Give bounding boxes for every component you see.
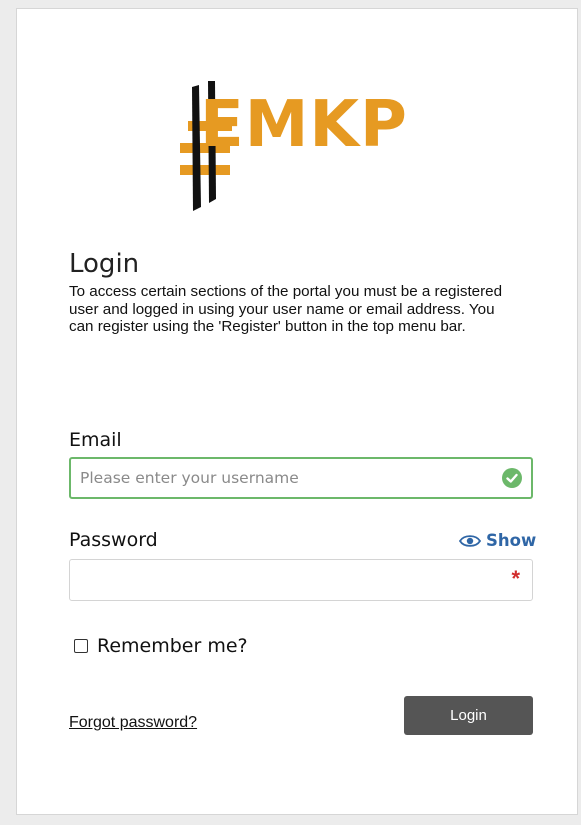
show-password-toggle[interactable]: Show xyxy=(459,531,536,550)
remember-me[interactable]: Remember me? xyxy=(74,635,248,657)
eye-icon xyxy=(459,534,481,547)
email-label: Email xyxy=(69,429,122,451)
email-field[interactable] xyxy=(71,459,531,497)
required-asterisk: * xyxy=(511,566,520,591)
password-label: Password xyxy=(69,529,158,551)
page-title: Login xyxy=(69,249,140,279)
password-field[interactable] xyxy=(70,560,532,600)
login-card: EMKP Login To access certain sections of… xyxy=(16,8,578,815)
remember-me-label: Remember me? xyxy=(97,635,248,657)
login-intro-text: To access certain sections of the portal… xyxy=(69,283,503,335)
login-button[interactable]: Login xyxy=(404,696,533,735)
remember-me-checkbox[interactable] xyxy=(74,639,88,653)
show-password-label: Show xyxy=(486,531,537,550)
password-field-wrapper: * xyxy=(69,559,533,601)
logo-text: EMKP xyxy=(200,88,408,162)
email-field-wrapper xyxy=(69,457,533,499)
forgot-password-link[interactable]: Forgot password? xyxy=(69,714,197,732)
check-circle-icon xyxy=(502,468,522,488)
brand-logo: EMKP xyxy=(172,79,442,219)
